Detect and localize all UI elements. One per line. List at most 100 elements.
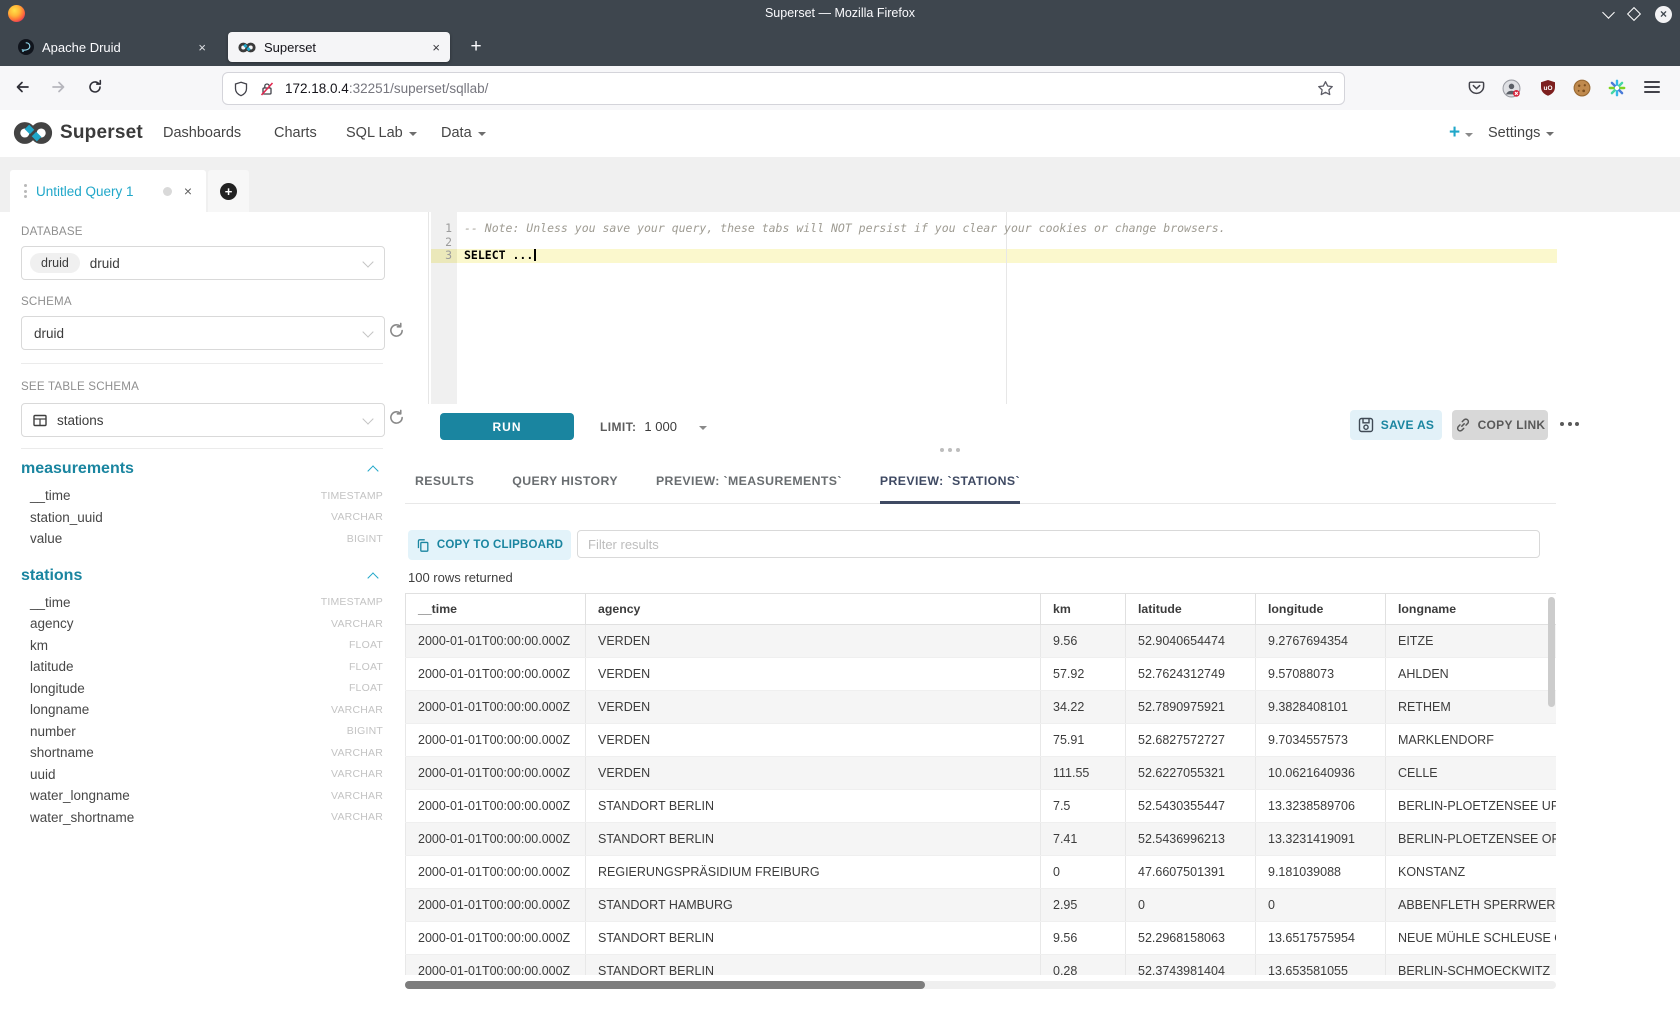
table-row: 2000-01-01T00:00:00.000ZVERDEN34.2252.78…: [406, 691, 1557, 724]
collapse-section-icon[interactable]: [367, 572, 378, 583]
column-name: water_shortname: [30, 810, 134, 825]
column-type: FLOAT: [349, 682, 383, 694]
drag-handle-icon[interactable]: [24, 184, 27, 198]
table-cell: 7.5: [1041, 790, 1126, 823]
window-close-button[interactable]: ×: [1655, 6, 1672, 23]
filter-results-input[interactable]: [577, 530, 1540, 558]
results-table: __timeagencykmlatitudelongitudelongname 2…: [405, 593, 1556, 975]
column-type: FLOAT: [349, 639, 383, 651]
results-column-header[interactable]: longname: [1386, 594, 1557, 625]
account-icon[interactable]: [1502, 79, 1521, 98]
results-column-header[interactable]: km: [1041, 594, 1126, 625]
forward-icon[interactable]: [50, 79, 67, 95]
lock-slash-icon[interactable]: [259, 81, 275, 97]
table-cell: 9.2767694354: [1256, 625, 1386, 658]
save-as-button[interactable]: SAVE AS: [1350, 410, 1442, 440]
column-type: VARCHAR: [331, 618, 383, 630]
tab-close-icon[interactable]: ×: [432, 40, 440, 55]
table-cell: BERLIN-SCHMOECKWITZ: [1386, 955, 1557, 976]
limit-control[interactable]: LIMIT: 1 000: [600, 419, 707, 434]
schema-select[interactable]: druid: [21, 316, 385, 350]
vertical-scrollbar-thumb[interactable]: [1548, 597, 1555, 707]
results-column-header[interactable]: longitude: [1256, 594, 1386, 625]
code-rest: ...: [506, 248, 534, 262]
window-minimize-chevron-icon[interactable]: [1602, 6, 1615, 19]
south-tab-0[interactable]: RESULTS: [415, 474, 474, 503]
add-new-button[interactable]: +: [1449, 122, 1473, 144]
nav-item-data[interactable]: Data: [441, 125, 486, 141]
browser-tab-superset[interactable]: Superset ×: [228, 32, 450, 62]
results-toolbar: COPY TO CLIPBOARD: [405, 530, 1556, 561]
bookmark-star-icon[interactable]: [1317, 80, 1334, 97]
copy-link-button[interactable]: COPY LINK: [1452, 410, 1548, 440]
column-name: km: [30, 638, 48, 653]
refresh-schema-icon[interactable]: [388, 322, 405, 339]
query-tab-untitled[interactable]: Untitled Query 1 ×: [10, 170, 206, 212]
menu-icon[interactable]: [1644, 81, 1660, 96]
more-options-ellipsis-icon[interactable]: [1560, 422, 1579, 426]
schema-column-row: __timeTIMESTAMP: [21, 592, 383, 614]
superset-logo[interactable]: Superset: [13, 121, 143, 145]
database-select[interactable]: druid druid: [21, 246, 385, 280]
schema-column-row: __timeTIMESTAMP: [21, 485, 383, 507]
divider: [21, 363, 383, 364]
druid-favicon-icon: [18, 39, 34, 55]
table-cell: VERDEN: [586, 691, 1041, 724]
settings-menu[interactable]: Settings: [1488, 125, 1554, 141]
column-name: station_uuid: [30, 510, 103, 525]
collapse-section-icon[interactable]: [367, 465, 378, 476]
table-name-label[interactable]: measurements: [21, 460, 134, 478]
results-column-header[interactable]: agency: [586, 594, 1041, 625]
table-row: 2000-01-01T00:00:00.000ZSTANDORT BERLIN7…: [406, 790, 1557, 823]
sql-editor[interactable]: 1 2 3 -- Note: Unless you save your quer…: [428, 212, 1557, 404]
ublock-icon[interactable]: uO: [1539, 79, 1557, 97]
nav-item-sql-lab[interactable]: SQL Lab: [346, 125, 417, 141]
results-column-header[interactable]: __time: [406, 594, 586, 625]
copy-to-clipboard-button[interactable]: COPY TO CLIPBOARD: [408, 530, 571, 560]
column-type: VARCHAR: [331, 704, 383, 716]
query-tab-label[interactable]: Untitled Query 1: [36, 184, 163, 199]
refresh-table-icon[interactable]: [388, 409, 405, 426]
column-type: VARCHAR: [331, 790, 383, 802]
column-type: VARCHAR: [331, 811, 383, 823]
window-maximize-diamond-icon[interactable]: [1627, 7, 1641, 21]
table-cell: REGIERUNGSPRÄSIDIUM FREIBURG: [586, 856, 1041, 889]
nav-item-dashboards[interactable]: Dashboards: [163, 125, 241, 141]
add-query-tab-button[interactable]: +: [208, 170, 249, 212]
chevron-down-icon: [362, 326, 373, 337]
table-row: 2000-01-01T00:00:00.000ZSTANDORT BERLIN9…: [406, 922, 1557, 955]
table-row: 2000-01-01T00:00:00.000ZVERDEN57.9252.76…: [406, 658, 1557, 691]
south-tab-3[interactable]: PREVIEW: `STATIONS`: [880, 474, 1020, 503]
table-select[interactable]: stations: [21, 403, 385, 437]
schema-label: SCHEMA: [21, 295, 72, 308]
pane-splitter-handle[interactable]: [940, 448, 960, 452]
table-cell: STANDORT BERLIN: [586, 790, 1041, 823]
results-column-header[interactable]: latitude: [1126, 594, 1256, 625]
nav-item-charts[interactable]: Charts: [274, 125, 317, 141]
back-icon[interactable]: [14, 79, 31, 95]
south-tab-1[interactable]: QUERY HISTORY: [512, 474, 618, 503]
tab-close-icon[interactable]: ×: [198, 40, 206, 55]
link-icon: [1455, 417, 1471, 433]
shield-icon[interactable]: [233, 81, 249, 97]
horizontal-scrollbar-thumb[interactable]: [405, 981, 925, 989]
extension-asterisk-icon[interactable]: [1608, 79, 1626, 97]
cookie-icon[interactable]: [1573, 79, 1591, 97]
browser-tab-druid[interactable]: Apache Druid ×: [8, 32, 216, 62]
schema-table-header[interactable]: stations: [21, 567, 383, 585]
pocket-icon[interactable]: [1468, 79, 1485, 96]
new-tab-button[interactable]: +: [464, 35, 488, 59]
url-text[interactable]: 172.18.0.4:32251/superset/sqllab/: [285, 81, 488, 96]
save-icon: [1358, 417, 1374, 433]
schema-table-header[interactable]: measurements: [21, 460, 383, 478]
close-icon[interactable]: ×: [184, 183, 192, 199]
horizontal-scrollbar[interactable]: [405, 981, 1556, 989]
table-cell: STANDORT HAMBURG: [586, 889, 1041, 922]
url-bar[interactable]: 172.18.0.4:32251/superset/sqllab/: [222, 72, 1345, 105]
reload-icon[interactable]: [87, 79, 103, 95]
south-tab-2[interactable]: PREVIEW: `MEASUREMENTS`: [656, 474, 842, 503]
run-button[interactable]: RUN: [440, 413, 574, 440]
code-comment-line: -- Note: Unless you save your query, the…: [464, 222, 1226, 236]
table-name-label[interactable]: stations: [21, 567, 82, 585]
table-cell: 0: [1256, 889, 1386, 922]
